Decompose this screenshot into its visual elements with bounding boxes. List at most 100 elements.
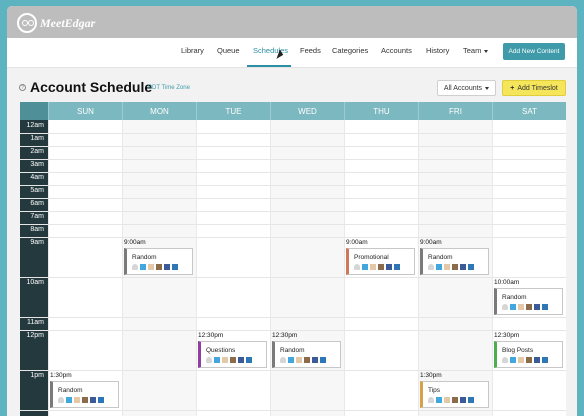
hour-divider <box>20 198 566 199</box>
photo-icon <box>526 304 532 310</box>
twitter-icon <box>510 357 516 363</box>
add-timeslot-button[interactable]: + Add Timeslot <box>502 80 566 96</box>
all-accounts-label: All Accounts <box>443 84 483 92</box>
timeslot-card[interactable]: Random <box>272 341 341 368</box>
person-icon <box>222 357 228 363</box>
twitter-icon <box>436 264 442 270</box>
timeslot-card[interactable]: Random <box>50 381 119 408</box>
timeslot-card[interactable]: Random <box>124 248 193 275</box>
chevron-down-icon <box>485 86 490 90</box>
meetedgar-logo-icon <box>17 13 37 33</box>
twitter-icon <box>66 397 72 403</box>
help-icon[interactable]: ? <box>19 84 26 91</box>
avatar-icon <box>502 357 508 363</box>
day-header-thu: THU <box>344 102 418 120</box>
linkedin-icon <box>468 397 474 403</box>
photo-icon <box>82 397 88 403</box>
hour-label: 3am <box>30 161 44 168</box>
calendar-header-corner <box>20 102 48 120</box>
calendar-header: SUN MON TUE WED THU FRI SAT <box>20 102 566 120</box>
photo-icon <box>156 264 162 270</box>
day-column-tue[interactable] <box>196 120 270 416</box>
nav-categories[interactable]: Categories <box>332 46 368 55</box>
hour-label: 1am <box>30 135 44 142</box>
linkedin-icon <box>468 264 474 270</box>
hour-label: 12am <box>26 122 44 129</box>
add-new-content-button[interactable]: Add New Content <box>503 43 565 60</box>
day-column-sat[interactable] <box>492 120 566 416</box>
facebook-icon <box>238 357 244 363</box>
timeslot-category: Promotional <box>354 254 389 261</box>
day-column-wed[interactable] <box>270 120 344 416</box>
timeslot-card[interactable]: Promotional <box>346 248 415 275</box>
hour-label: 7am <box>30 213 44 220</box>
hour-label: 5am <box>30 187 44 194</box>
account-icons <box>280 357 326 363</box>
photo-icon <box>230 357 236 363</box>
avatar-icon <box>58 397 64 403</box>
nav-team-label: Team <box>463 46 482 55</box>
event-time: 9:00am <box>420 239 442 246</box>
account-icons <box>428 397 474 403</box>
day-header-tue: TUE <box>196 102 270 120</box>
avatar-icon <box>428 264 434 270</box>
nav-history[interactable]: History <box>426 46 449 55</box>
hour-divider <box>20 370 566 371</box>
facebook-icon <box>164 264 170 270</box>
nav-accounts[interactable]: Accounts <box>381 46 412 55</box>
plus-icon: + <box>510 84 515 92</box>
timeslot-card[interactable]: Tips <box>420 381 489 408</box>
timezone-label[interactable]: PDT Time Zone <box>148 85 190 91</box>
hour-label: 8am <box>30 226 44 233</box>
event-time: 12:30pm <box>494 332 520 339</box>
app-window: MeetEdgar Library Queue Schedules Feeds … <box>7 6 577 416</box>
chevron-down-icon <box>484 49 489 53</box>
timeslot-category: Random <box>58 387 83 394</box>
timeslot-category: Tips <box>428 387 441 394</box>
event-time: 10:00am <box>494 279 520 286</box>
app-logo[interactable]: MeetEdgar <box>17 12 95 34</box>
facebook-icon <box>460 397 466 403</box>
timeslot-card[interactable]: Blog Posts <box>494 341 563 368</box>
event-time: 12:30pm <box>198 332 224 339</box>
hour-label: 4am <box>30 174 44 181</box>
timeslot-category: Random <box>132 254 157 261</box>
hour-divider <box>20 410 566 411</box>
day-header-wed: WED <box>270 102 344 120</box>
linkedin-icon <box>172 264 178 270</box>
main-nav: Library Queue Schedules Feeds Categories… <box>7 38 577 68</box>
nav-queue[interactable]: Queue <box>217 46 240 55</box>
person-icon <box>518 304 524 310</box>
linkedin-icon <box>542 357 548 363</box>
timeslot-category: Random <box>428 254 453 261</box>
person-icon <box>74 397 80 403</box>
account-icons <box>206 357 252 363</box>
active-tab-indicator <box>247 65 291 67</box>
hour-divider <box>20 277 566 278</box>
event-time: 1:30pm <box>50 372 72 379</box>
linkedin-icon <box>542 304 548 310</box>
schedule-calendar: SUN MON TUE WED THU FRI SAT 12am 1am 2am 3am 4am 5a… <box>20 102 566 416</box>
schedule-content: ? Account Schedule PDT Time Zone All Acc… <box>7 68 577 416</box>
timeslot-category: Questions <box>206 347 236 354</box>
facebook-icon <box>312 357 318 363</box>
all-accounts-dropdown[interactable]: All Accounts <box>437 80 496 96</box>
nav-library[interactable]: Library <box>181 46 204 55</box>
day-header-sun: SUN <box>48 102 122 120</box>
timeslot-card[interactable]: Random <box>494 288 563 315</box>
page-title: Account Schedule <box>30 79 153 95</box>
photo-icon <box>526 357 532 363</box>
hour-label: 1pm <box>30 372 44 379</box>
linkedin-icon <box>394 264 400 270</box>
nav-feeds[interactable]: Feeds <box>300 46 321 55</box>
add-timeslot-label: Add Timeslot <box>517 84 558 92</box>
account-icons <box>354 264 400 270</box>
facebook-icon <box>386 264 392 270</box>
photo-icon <box>452 264 458 270</box>
avatar-icon <box>354 264 360 270</box>
day-header-mon: MON <box>122 102 196 120</box>
timeslot-card[interactable]: Questions <box>198 341 267 368</box>
hour-label: 6am <box>30 200 44 207</box>
timeslot-card[interactable]: Random <box>420 248 489 275</box>
nav-team[interactable]: Team <box>463 46 489 55</box>
